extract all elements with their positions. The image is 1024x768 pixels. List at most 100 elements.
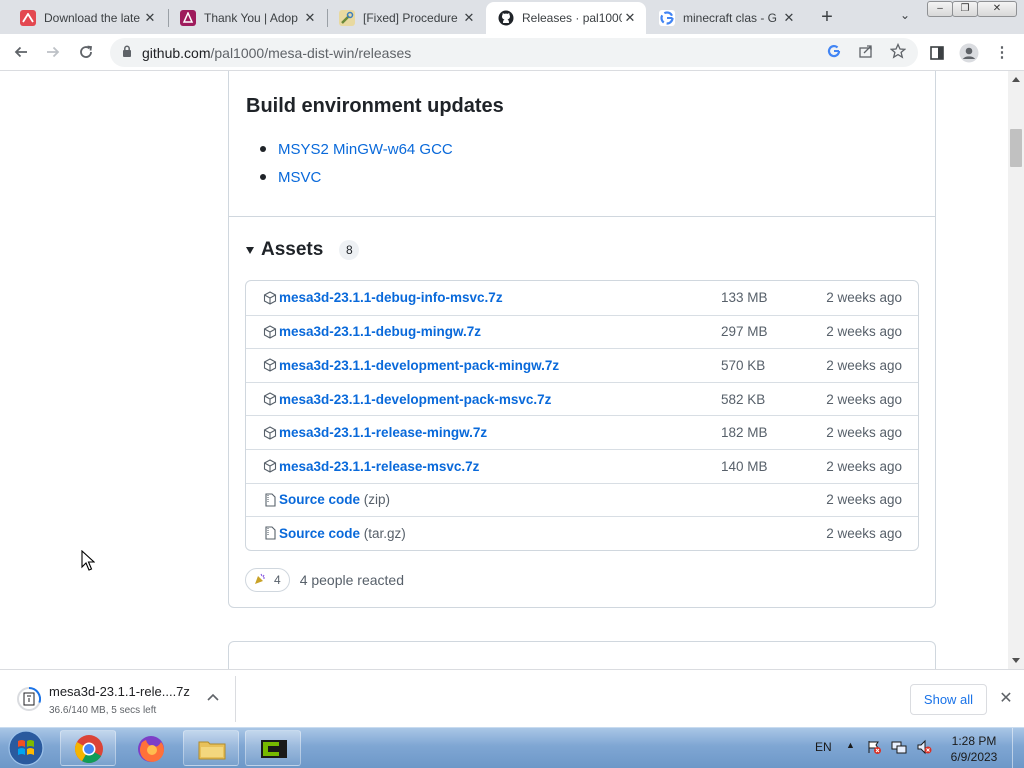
url-domain: github.com bbox=[142, 45, 211, 61]
close-shelf-icon[interactable]: ✕ bbox=[996, 688, 1016, 708]
tab-fixed-procedure[interactable]: [Fixed] Procedure ✕ bbox=[327, 2, 485, 34]
party-emoji-icon bbox=[254, 573, 266, 588]
clock-time: 1:28 PM bbox=[951, 734, 997, 748]
next-release-card bbox=[228, 641, 936, 669]
close-tab-icon[interactable]: ✕ bbox=[781, 10, 797, 26]
show-desktop-button[interactable] bbox=[1012, 728, 1024, 768]
asset-link[interactable]: mesa3d-23.1.1-release-mingw.7z bbox=[279, 425, 487, 440]
bookmark-star-icon[interactable] bbox=[888, 42, 908, 63]
adobe-pdf-icon bbox=[20, 10, 36, 26]
close-window-button[interactable]: ✕ bbox=[977, 1, 1017, 17]
asset-size: 133 MB bbox=[721, 290, 768, 306]
tab-title: Releases · pal1000 bbox=[522, 11, 622, 25]
scrollbar-thumb[interactable] bbox=[1010, 129, 1022, 167]
tab-title: [Fixed] Procedure bbox=[363, 11, 458, 25]
action-center-flag-icon[interactable] bbox=[866, 739, 882, 755]
caret-down-icon bbox=[246, 246, 254, 254]
asset-name: mesa3d-23.1.1-debug-info-msvc.7z bbox=[279, 290, 503, 306]
asset-size: 570 KB bbox=[721, 357, 766, 373]
assets-toggle[interactable]: Assets 8 bbox=[246, 239, 360, 261]
tab-thank-you-adobe[interactable]: Thank You | Adop ✕ bbox=[168, 2, 326, 34]
package-icon bbox=[263, 291, 277, 305]
profile-avatar[interactable] bbox=[958, 42, 980, 64]
show-hidden-icons-icon[interactable]: ▲ bbox=[846, 740, 855, 750]
system-clock[interactable]: 1:28 PM 6/9/2023 bbox=[946, 733, 1002, 765]
google-icon bbox=[659, 10, 675, 26]
asset-link[interactable]: mesa3d-23.1.1-release-msvc.7z bbox=[279, 459, 479, 474]
reload-button[interactable] bbox=[73, 40, 99, 64]
package-icon bbox=[263, 426, 277, 440]
new-tab-button[interactable]: + bbox=[815, 6, 839, 28]
page-scrollbar[interactable] bbox=[1008, 71, 1024, 669]
asset-row: mesa3d-23.1.1-development-pack-mingw.7z … bbox=[246, 348, 918, 382]
taskbar-nvidia-app[interactable] bbox=[245, 730, 301, 766]
forward-button[interactable] bbox=[40, 40, 66, 64]
close-tab-icon[interactable]: ✕ bbox=[622, 10, 638, 26]
clock-date: 6/9/2023 bbox=[950, 750, 998, 764]
build-item-link[interactable]: MSVC bbox=[278, 169, 321, 186]
chevron-up-icon[interactable] bbox=[203, 690, 223, 704]
folder-icon bbox=[198, 741, 226, 760]
google-translate-icon[interactable] bbox=[824, 43, 844, 63]
list-item: MSYS2 MinGW-w64 GCC bbox=[260, 135, 453, 163]
scroll-up-arrow-icon[interactable] bbox=[1012, 77, 1020, 82]
back-button[interactable] bbox=[8, 40, 34, 64]
app-window-icon bbox=[261, 740, 287, 758]
maximize-window-button[interactable]: ❐ bbox=[952, 1, 978, 17]
lock-icon[interactable] bbox=[122, 45, 132, 58]
asset-date: 2 weeks ago bbox=[826, 425, 902, 441]
tab-search-chevron-icon[interactable]: ⌄ bbox=[896, 8, 914, 22]
file-zip-icon bbox=[265, 493, 276, 507]
asset-link[interactable]: mesa3d-23.1.1-debug-mingw.7z bbox=[279, 324, 481, 339]
download-progress-icon bbox=[17, 687, 41, 711]
scroll-down-arrow-icon[interactable] bbox=[1012, 658, 1020, 663]
download-status: 36.6/140 MB, 5 secs left bbox=[49, 705, 157, 716]
taskbar-chrome[interactable] bbox=[60, 730, 116, 766]
asset-date: 2 weeks ago bbox=[826, 492, 902, 508]
show-all-button[interactable]: Show all bbox=[910, 684, 987, 715]
asset-format: (zip) bbox=[360, 492, 391, 508]
reaction-button[interactable]: 4 bbox=[245, 568, 290, 592]
asset-link[interactable]: Source code (tar.gz) bbox=[279, 526, 406, 541]
tab-download-latest[interactable]: Download the late ✕ bbox=[8, 2, 166, 34]
tools-icon bbox=[339, 10, 355, 26]
chrome-menu-icon[interactable]: ⋮ bbox=[991, 42, 1013, 64]
asset-row: mesa3d-23.1.1-development-pack-msvc.7z 5… bbox=[246, 381, 918, 416]
taskbar-file-explorer[interactable] bbox=[183, 730, 239, 766]
asset-row: mesa3d-23.1.1-debug-mingw.7z 297 MB 2 we… bbox=[246, 314, 918, 349]
asset-date: 2 weeks ago bbox=[826, 290, 902, 306]
close-tab-icon[interactable]: ✕ bbox=[302, 10, 318, 26]
tab-title: Download the late bbox=[44, 11, 141, 25]
build-environment-heading: Build environment updates bbox=[246, 95, 504, 117]
build-environment-list: MSYS2 MinGW-w64 GCC MSVC bbox=[260, 135, 453, 191]
windows-taskbar: EN ▲ 1:28 PM 6/9/2023 bbox=[0, 727, 1024, 768]
minimize-window-button[interactable]: – bbox=[927, 1, 953, 17]
start-button[interactable] bbox=[4, 729, 48, 767]
mouse-cursor-icon bbox=[81, 550, 95, 571]
address-bar[interactable]: github.com/pal1000/mesa-dist-win/release… bbox=[110, 38, 918, 67]
language-indicator[interactable]: EN bbox=[815, 740, 832, 754]
assets-count-badge: 8 bbox=[339, 240, 360, 260]
asset-date: 2 weeks ago bbox=[826, 525, 902, 541]
asset-size: 182 MB bbox=[721, 425, 768, 441]
tab-title: Thank You | Adop bbox=[204, 11, 298, 25]
asset-link[interactable]: Source code (zip) bbox=[279, 492, 390, 507]
asset-date: 2 weeks ago bbox=[826, 324, 902, 340]
close-tab-icon[interactable]: ✕ bbox=[142, 10, 158, 26]
url-text[interactable]: github.com/pal1000/mesa-dist-win/release… bbox=[142, 45, 411, 61]
asset-date: 2 weeks ago bbox=[826, 391, 902, 407]
share-icon[interactable] bbox=[856, 43, 876, 63]
asset-name: mesa3d-23.1.1-release-msvc.7z bbox=[279, 458, 480, 474]
asset-size: 297 MB bbox=[721, 324, 768, 340]
build-item-link[interactable]: MSYS2 MinGW-w64 GCC bbox=[278, 141, 453, 158]
asset-link[interactable]: mesa3d-23.1.1-development-pack-msvc.7z bbox=[279, 392, 551, 407]
side-panel-icon[interactable] bbox=[926, 42, 948, 64]
asset-link[interactable]: mesa3d-23.1.1-debug-info-msvc.7z bbox=[279, 290, 503, 305]
tab-minecraft-google[interactable]: minecraft clas - G ✕ bbox=[647, 2, 805, 34]
volume-muted-icon[interactable] bbox=[916, 739, 932, 755]
tab-releases-github[interactable]: Releases · pal1000 ✕ bbox=[486, 2, 646, 34]
network-icon[interactable] bbox=[891, 739, 907, 755]
taskbar-firefox[interactable] bbox=[122, 730, 178, 766]
close-tab-icon[interactable]: ✕ bbox=[461, 10, 477, 26]
asset-link[interactable]: mesa3d-23.1.1-development-pack-mingw.7z bbox=[279, 358, 559, 373]
